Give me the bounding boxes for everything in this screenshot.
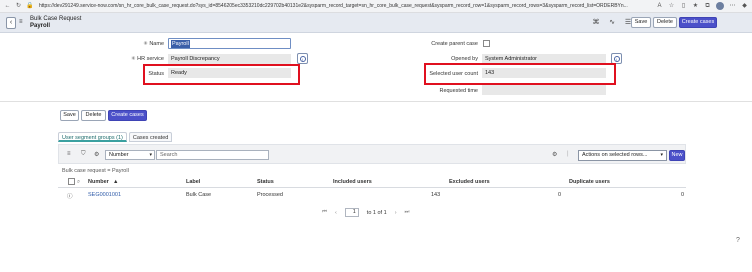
requested-time-field[interactable]	[482, 85, 606, 95]
form-create-cases-button[interactable]: Create cases	[108, 110, 147, 121]
divider	[0, 101, 752, 102]
column-number[interactable]: Number	[88, 179, 109, 185]
browser-toolbar: ← ↻ 🔒 https://dev291249.service-now.com/…	[0, 0, 752, 13]
list-menu-icon[interactable]: ≡	[67, 151, 71, 157]
row-status: Processed	[257, 192, 283, 198]
pagination: ⏮ ‹ 1 to 1 of 1 › ⏭	[322, 208, 409, 217]
page-count-text: to 1 of 1	[366, 209, 387, 216]
form-save-button[interactable]: Save	[60, 110, 79, 121]
column-duplicate-users[interactable]: Duplicate users	[569, 179, 610, 185]
back-button[interactable]: ‹	[6, 17, 16, 29]
actions-select-value: Actions on selected rows...	[582, 152, 648, 158]
create-parent-case-label: Create parent case	[431, 41, 478, 47]
hr-service-label: ✳ HR service	[130, 56, 164, 62]
hamburger-menu-icon[interactable]: ≡	[19, 19, 23, 25]
copilot-icon[interactable]: ◆	[741, 3, 748, 10]
header-save-button[interactable]: Save	[631, 17, 651, 28]
hr-service-field[interactable]: Payroll Discrepancy	[168, 54, 291, 64]
reload-icon[interactable]: ↻	[15, 3, 22, 10]
actions-select[interactable]: Actions on selected rows... ▾	[578, 150, 667, 161]
read-aloud-icon[interactable]: A	[656, 3, 663, 10]
filter-icon[interactable]: ⛉	[81, 151, 86, 158]
related-list-tabs: User segment groups (1) Cases created	[58, 132, 174, 142]
status-highlight-box	[143, 64, 300, 85]
record-subtitle: Payroll	[30, 23, 51, 29]
row-duplicate-users: 0	[681, 192, 685, 198]
hr-service-info-button[interactable]: i	[297, 53, 308, 64]
header-create-cases-button[interactable]: Create cases	[679, 17, 717, 28]
more-options-icon[interactable]: ⋯	[729, 3, 736, 10]
row-label: Bulk Case	[186, 192, 212, 198]
favorite-star-icon[interactable]: ☆	[668, 3, 675, 10]
name-label: ✳ Name	[143, 41, 164, 47]
personalize-gear-icon[interactable]: ⚙	[552, 151, 557, 158]
table-header: ⌕ Number ▲ Label Status Included users E…	[58, 177, 686, 188]
row-included-users: 143	[431, 192, 441, 198]
select-all-checkbox[interactable]	[68, 178, 75, 187]
tab-user-segment-groups[interactable]: User segment groups (1)	[58, 132, 127, 142]
tab-cases-created[interactable]: Cases created	[128, 132, 173, 142]
column-excluded-users[interactable]: Excluded users	[449, 179, 490, 185]
favorites-icon[interactable]: ★	[692, 3, 699, 10]
list-toolbar: ≡ ⛉ ⚙ Number ▾ Search ⚙ | Actions on sele…	[58, 144, 686, 164]
search-field-select[interactable]: Number ▾	[105, 150, 155, 160]
create-parent-case-checkbox[interactable]	[483, 40, 490, 47]
name-value: Payroll	[171, 40, 190, 48]
page-input[interactable]: 1	[344, 208, 359, 217]
opened-by-label: Opened by	[451, 56, 478, 62]
row-info-icon[interactable]: ⓘ	[67, 192, 73, 200]
lock-icon: 🔒	[26, 2, 34, 9]
requested-time-label: Requested time	[439, 88, 478, 94]
name-field[interactable]: Payroll	[168, 38, 291, 49]
first-page-icon[interactable]: ⏮	[322, 209, 327, 216]
gear-icon[interactable]: ⚙	[94, 151, 99, 158]
table-row: ⓘ SEG0001001 Bulk Case Processed 143 0 0	[58, 189, 686, 200]
collections-icon[interactable]: ⧉	[704, 3, 711, 10]
breadcrumb[interactable]: Bulk case request = Payroll	[62, 168, 129, 174]
separator: |	[567, 151, 569, 157]
header-delete-button[interactable]: Delete	[653, 17, 677, 28]
address-bar[interactable]: https://dev291249.service-now.com/sn_hr_…	[37, 2, 652, 11]
sort-asc-icon[interactable]: ▲	[113, 179, 118, 185]
info-icon: i	[613, 56, 620, 62]
profile-avatar[interactable]	[716, 2, 724, 10]
column-search-icon[interactable]: ⌕	[77, 179, 80, 186]
attachment-icon[interactable]: ⌘	[592, 18, 600, 27]
row-number-link[interactable]: SEG0001001	[88, 192, 121, 198]
row-excluded-users: 0	[558, 192, 562, 198]
search-input[interactable]: Search	[156, 150, 269, 160]
form-delete-button[interactable]: Delete	[81, 110, 106, 121]
search-field-value: Number	[109, 152, 129, 158]
record-title: Bulk Case Request	[30, 16, 82, 22]
chevron-down-icon: ▾	[660, 152, 663, 158]
prev-page-icon[interactable]: ‹	[335, 210, 337, 216]
last-page-icon[interactable]: ⏭	[405, 209, 410, 216]
help-icon[interactable]: ?	[736, 237, 740, 244]
next-page-icon[interactable]: ›	[395, 210, 397, 216]
new-button[interactable]: New	[669, 150, 685, 161]
column-included-users[interactable]: Included users	[333, 179, 372, 185]
record-header: ‹ ≡ Bulk Case Request Payroll ⌘ ∿ ☰ ⋯ Sa…	[0, 13, 752, 33]
info-icon: i	[299, 56, 306, 62]
user-count-highlight-box	[424, 63, 616, 85]
column-status[interactable]: Status	[257, 179, 274, 185]
chevron-down-icon: ▾	[149, 152, 152, 158]
split-screen-icon[interactable]: ▯	[680, 3, 687, 10]
back-arrow-icon[interactable]: ←	[4, 3, 11, 10]
column-label[interactable]: Label	[186, 179, 200, 185]
activity-icon[interactable]: ∿	[608, 18, 616, 27]
